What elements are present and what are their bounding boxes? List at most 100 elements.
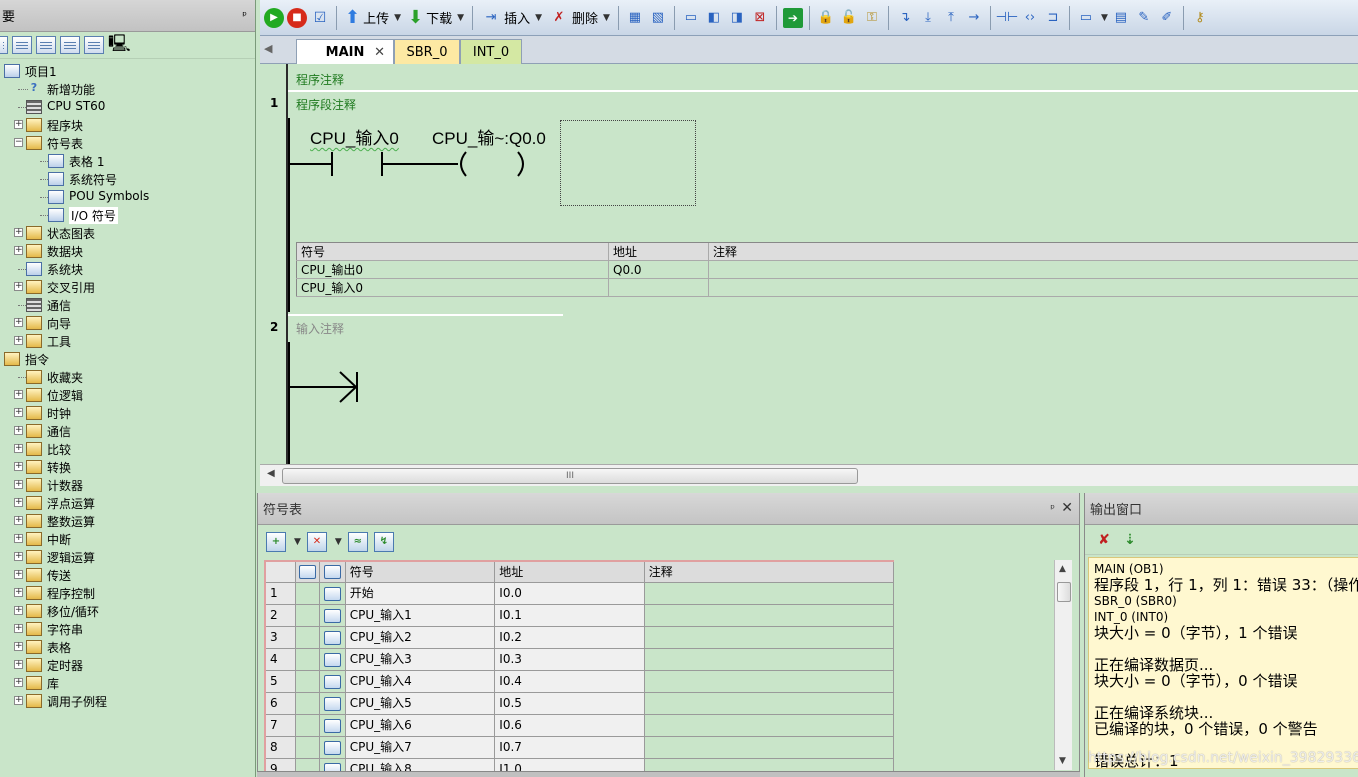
expand-icon[interactable]: + <box>14 282 23 291</box>
tree-item[interactable]: + 字符串 <box>0 620 255 638</box>
insert-dropdown-icon[interactable]: ▼ <box>535 13 542 23</box>
table-row[interactable]: 6 CPU_输入5 I0.5 <box>266 693 894 715</box>
comment-cell[interactable] <box>644 737 894 759</box>
tree-item[interactable]: + 位逻辑 <box>0 386 255 404</box>
expand-icon[interactable]: + <box>14 696 23 705</box>
expand-icon[interactable]: + <box>14 480 23 489</box>
window-icon[interactable]: ▭ <box>681 8 701 28</box>
tree-item[interactable]: + 逻辑运算 <box>0 548 255 566</box>
address-cell[interactable]: I0.2 <box>495 627 645 649</box>
comment-cell[interactable] <box>644 715 894 737</box>
compile-icon[interactable]: ☑ <box>310 8 330 28</box>
address-cell[interactable]: I0.5 <box>495 693 645 715</box>
expand-icon[interactable]: + <box>14 570 23 579</box>
view-grid-icon[interactable] <box>12 36 32 54</box>
editor-horizontal-scrollbar[interactable]: ◀ III <box>260 464 1358 486</box>
status-column-header[interactable] <box>295 562 320 583</box>
network-view-alt-icon[interactable]: ▧ <box>648 8 668 28</box>
coil-icon[interactable]: ‹› <box>1020 8 1040 28</box>
expand-icon[interactable]: + <box>14 642 23 651</box>
download-button[interactable]: ⬇ 下载 ▼ <box>406 5 466 31</box>
goto-icon[interactable]: ➔ <box>782 7 803 28</box>
add-row-icon[interactable]: + <box>266 531 286 552</box>
expand-icon[interactable]: + <box>14 336 23 345</box>
address-cell[interactable]: I0.4 <box>495 671 645 693</box>
rung-2-graphics[interactable] <box>288 370 368 404</box>
bookmark-prev-icon[interactable]: ◧ <box>704 8 724 28</box>
tree-item[interactable]: + 程序块 <box>0 116 255 134</box>
row-number-header[interactable] <box>266 562 296 583</box>
collapse-icon[interactable]: − <box>14 138 23 147</box>
tree-item[interactable]: − 符号表 <box>0 134 255 152</box>
tree-item[interactable]: + 定时器 <box>0 656 255 674</box>
expand-icon[interactable]: + <box>14 606 23 615</box>
tree-item[interactable]: 表格 1 <box>0 152 255 170</box>
network-comment[interactable]: 程序段注释 <box>296 96 356 113</box>
symbol-cell[interactable]: CPU_输入2 <box>345 627 496 649</box>
symbol-cell[interactable]: CPU_输入3 <box>345 649 496 671</box>
expand-icon[interactable]: + <box>14 498 23 507</box>
tab-int0[interactable]: INT_0 <box>460 39 522 64</box>
tree-item[interactable]: + 表格 <box>0 638 255 656</box>
tree-item[interactable]: + 移位/循环 <box>0 602 255 620</box>
network-comment[interactable]: 输入注释 <box>296 320 344 337</box>
row-number[interactable]: 5 <box>266 671 296 693</box>
expand-icon[interactable]: + <box>14 426 23 435</box>
line-down-icon[interactable]: ↴ <box>895 8 915 28</box>
create-unused-symbols-icon[interactable]: ≈ <box>347 531 368 552</box>
comment-cell[interactable] <box>644 583 894 605</box>
table-row[interactable]: 2 CPU_输入1 I0.1 <box>266 605 894 627</box>
delete-button[interactable]: ✗ 删除 ▼ <box>547 5 612 31</box>
tree-item[interactable]: + 通信 <box>0 422 255 440</box>
view-document-icon[interactable] <box>36 36 56 54</box>
tree-item[interactable]: CPU ST60 <box>0 98 255 116</box>
expand-icon[interactable]: + <box>14 516 23 525</box>
delete-row-icon[interactable]: ✕ <box>306 531 327 552</box>
row-number[interactable]: 3 <box>266 627 296 649</box>
edit-alt-icon[interactable]: ✐ <box>1157 8 1177 28</box>
lock-icon[interactable]: 🔒 <box>816 8 836 28</box>
table-row[interactable]: 1 开始 I0.0 <box>266 583 894 605</box>
tree-item[interactable]: + 交叉引用 <box>0 278 255 296</box>
edit-icon[interactable]: ✎ <box>1134 8 1154 28</box>
protect-icon[interactable]: ⚿ <box>862 8 882 28</box>
expand-icon[interactable]: + <box>14 462 23 471</box>
program-comment[interactable]: 程序注释 <box>296 71 344 88</box>
symbol-table-icon[interactable]: ▤ <box>1111 8 1131 28</box>
row-number[interactable]: 7 <box>266 715 296 737</box>
symbol-dropdown-icon[interactable]: ▼ <box>1101 13 1108 23</box>
key-icon[interactable]: ⚷ <box>1190 8 1210 28</box>
address-cell[interactable]: I0.1 <box>495 605 645 627</box>
comment-cell[interactable] <box>644 693 894 715</box>
type-column-header[interactable] <box>319 562 346 583</box>
row-number[interactable]: 4 <box>266 649 296 671</box>
symbol-icon[interactable]: ▭ <box>1076 8 1096 28</box>
stop-icon[interactable]: ■ <box>287 7 307 28</box>
insert-button[interactable]: ⇥ 插入 ▼ <box>479 5 544 31</box>
address-cell[interactable]: I0.3 <box>495 649 645 671</box>
tree-item[interactable]: 系统块 <box>0 260 255 278</box>
expand-icon[interactable]: + <box>14 318 23 327</box>
scroll-left-icon[interactable]: ◀ <box>267 468 275 479</box>
address-cell[interactable]: I0.0 <box>495 583 645 605</box>
tree-item[interactable]: + 计数器 <box>0 476 255 494</box>
tree-item[interactable]: −指令 <box>0 350 255 368</box>
expand-icon[interactable]: + <box>14 552 23 561</box>
tree-item[interactable]: −项目1 <box>0 62 255 80</box>
branch-up-icon[interactable]: ⤒ <box>941 8 961 28</box>
comment-cell[interactable] <box>644 605 894 627</box>
tree-item[interactable]: 通信 <box>0 296 255 314</box>
scrollbar-thumb[interactable] <box>1057 582 1071 602</box>
tree-item[interactable]: POU Symbols <box>0 188 255 206</box>
table-row[interactable]: 8 CPU_输入7 I0.7 <box>266 737 894 759</box>
tree-item[interactable]: 系统符号 <box>0 170 255 188</box>
comment-cell[interactable] <box>644 649 894 671</box>
bookmark-clear-icon[interactable]: ⊠ <box>750 8 770 28</box>
address-cell[interactable]: I0.7 <box>495 737 645 759</box>
view-status-icon[interactable] <box>84 36 104 54</box>
tree-item[interactable]: + 库 <box>0 674 255 692</box>
comment-cell[interactable] <box>644 671 894 693</box>
tree-item[interactable]: + 比较 <box>0 440 255 458</box>
close-icon[interactable]: ✕ <box>1061 500 1073 516</box>
monitor-icon[interactable]: 🖳 <box>108 36 131 54</box>
